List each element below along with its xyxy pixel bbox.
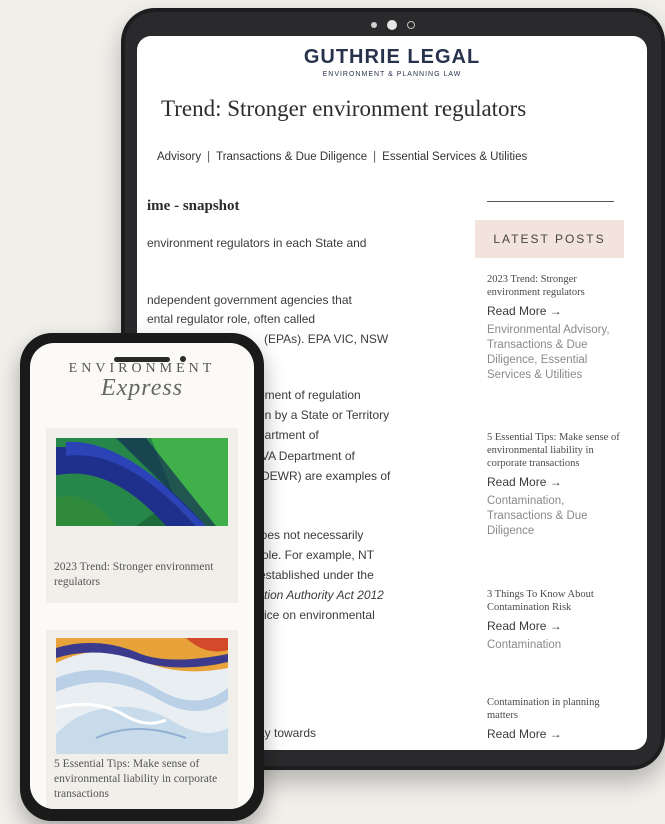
brand-name: GUTHRIE LEGAL bbox=[303, 46, 481, 68]
category-link-essential-services[interactable]: Essential Services & Utilities bbox=[382, 151, 527, 163]
article-line: environment regulators in each State and bbox=[147, 236, 367, 250]
read-more-link[interactable]: Read More → bbox=[487, 727, 627, 741]
feather-image[interactable] bbox=[56, 438, 228, 526]
article-line: ndependent government agencies that bbox=[147, 293, 352, 307]
article-line: ction Authority Act 2012 bbox=[258, 588, 384, 602]
post-card[interactable]: 2023 Trend: Stronger environment regulat… bbox=[46, 428, 238, 603]
post-card-title[interactable]: 2023 Trend: Stronger environment regulat… bbox=[54, 560, 230, 590]
phone-logo-script: Express bbox=[100, 375, 184, 401]
article-line: ement of regulation bbox=[258, 388, 361, 402]
post-card-title[interactable]: 5 Essential Tips: Make sense of environm… bbox=[54, 757, 230, 802]
category-separator: | bbox=[373, 151, 377, 163]
article-line: loes not necessarily bbox=[258, 528, 364, 542]
latest-posts-header: LATEST POSTS bbox=[475, 220, 624, 258]
marble-image[interactable] bbox=[56, 638, 228, 754]
page-title: Trend: Stronger environment regulators bbox=[161, 96, 527, 121]
phone-speaker-icon bbox=[114, 357, 170, 362]
read-more-link[interactable]: Read More → bbox=[487, 619, 627, 633]
phone-camera-icon bbox=[180, 356, 186, 362]
sidebar-post: 5 Essential Tips: Make sense of environm… bbox=[487, 431, 627, 539]
category-nav: Advisory | Transactions & Due Diligence | Es… bbox=[157, 151, 527, 163]
sidebar-post-title[interactable]: 2023 Trend: Stronger environment regulat… bbox=[487, 273, 627, 299]
sidebar-post: 2023 Trend: Stronger environment regulat… bbox=[487, 273, 627, 383]
sidebar-post: 3 Things To Know About Contamination Ris… bbox=[487, 588, 627, 653]
phone-screen: ENVIRONMENT Express 2023 Trend: Stronger… bbox=[30, 343, 254, 809]
read-more-link[interactable]: Read More → bbox=[487, 475, 627, 489]
article-line: VA Department of bbox=[261, 449, 355, 463]
tablet-camera bbox=[371, 20, 415, 30]
site-logo[interactable]: GUTHRIE LEGAL ENVIRONMENT & PLANNING LAW bbox=[137, 46, 647, 78]
article-line: established under the bbox=[259, 568, 374, 582]
article-line: ental regulator role, often called bbox=[147, 312, 316, 326]
post-card[interactable]: 5 Essential Tips: Make sense of environm… bbox=[46, 630, 238, 809]
article-line: (EPAs). EPA VIC, NSW bbox=[264, 332, 389, 346]
camera-dot-icon bbox=[371, 22, 377, 28]
article-line: partment of bbox=[258, 428, 319, 442]
camera-sensor-icon bbox=[407, 21, 415, 29]
sidebar-post-title[interactable]: Contamination in planning matters bbox=[487, 696, 627, 722]
sidebar-divider bbox=[487, 201, 614, 202]
sidebar-post-categories[interactable]: Environmental Advisory, Transactions & D… bbox=[487, 323, 627, 383]
camera-lens-icon bbox=[387, 20, 397, 30]
category-separator: | bbox=[207, 151, 211, 163]
read-more-link[interactable]: Read More → bbox=[487, 304, 627, 318]
article-line: role. For example, NT bbox=[258, 548, 375, 562]
sidebar-post: Contamination in planning matters Read M… bbox=[487, 696, 627, 741]
article-line: (DEWR) are examples of bbox=[257, 469, 391, 483]
section-heading: ime - snapshot bbox=[147, 198, 240, 214]
category-link-transactions[interactable]: Transactions & Due Diligence bbox=[216, 151, 367, 163]
article-line: vice on environmental bbox=[258, 608, 375, 622]
sidebar-post-title[interactable]: 3 Things To Know About Contamination Ris… bbox=[487, 588, 627, 614]
phone-device: ENVIRONMENT Express 2023 Trend: Stronger… bbox=[20, 333, 264, 821]
sidebar-post-categories[interactable]: Contamination bbox=[487, 638, 627, 653]
sidebar-post-categories[interactable]: Contamination, Transactions & Due Dilige… bbox=[487, 494, 627, 539]
latest-posts-label: LATEST POSTS bbox=[493, 232, 606, 246]
article-line: ay towards bbox=[258, 726, 317, 740]
category-link-advisory[interactable]: Advisory bbox=[157, 151, 201, 163]
sidebar-post-title[interactable]: 5 Essential Tips: Make sense of environm… bbox=[487, 431, 627, 470]
brand-subtitle: ENVIRONMENT & PLANNING LAW bbox=[322, 71, 462, 78]
article-line: en by a State or Territory bbox=[258, 408, 390, 422]
